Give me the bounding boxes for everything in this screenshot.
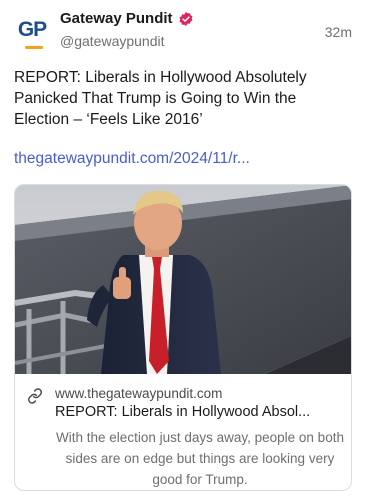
author-display-name[interactable]: Gateway Pundit [60, 10, 173, 27]
avatar-logo-text: GP [17, 18, 47, 41]
post[interactable]: GP Gateway Pundit @gatewaypundit 32m REP… [0, 0, 366, 500]
card-title[interactable]: REPORT: Liberals in Hollywood Absol... [55, 404, 345, 420]
verified-badge-icon [179, 11, 192, 26]
post-text: REPORT: Liberals in Hollywood Absolutely… [14, 69, 307, 128]
post-link[interactable]: thegatewaypundit.com/2024/11/r... [14, 150, 250, 168]
link-icon [27, 388, 43, 404]
card-meta[interactable]: www.thegatewaypundit.com REPORT: Liberal… [15, 374, 351, 490]
link-preview-card[interactable]: www.thegatewaypundit.com REPORT: Liberal… [14, 184, 352, 491]
card-description: With the election just days away, people… [56, 430, 344, 487]
author-name-row[interactable]: Gateway Pundit [60, 10, 194, 27]
card-domain: www.thegatewaypundit.com [55, 386, 223, 401]
avatar-logo-underline [25, 46, 43, 49]
author-handle[interactable]: @gatewaypundit [60, 33, 165, 49]
avatar[interactable]: GP [12, 10, 52, 50]
post-timestamp[interactable]: 32m [325, 24, 352, 40]
card-thumbnail-image [15, 185, 351, 374]
